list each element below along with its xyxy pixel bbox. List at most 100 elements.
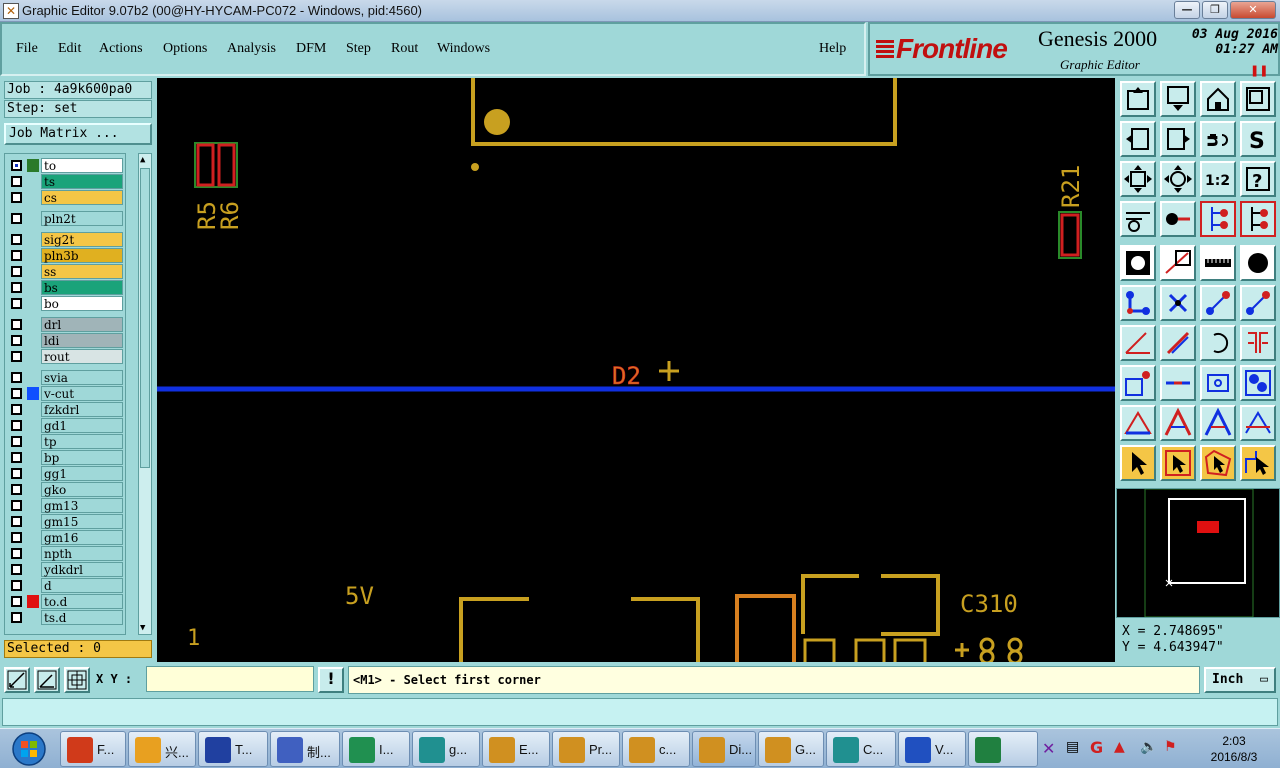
- net-tool-alt-button[interactable]: [1240, 201, 1276, 237]
- layer-row-ts[interactable]: ts: [5, 174, 125, 189]
- layer-name[interactable]: ss: [41, 264, 123, 279]
- zoom-ratio-button[interactable]: 1:2: [1200, 161, 1236, 197]
- zoom-back-button[interactable]: ᴝ: [1200, 121, 1236, 157]
- layer-row-gm15[interactable]: gm15: [5, 514, 125, 529]
- taskbar-button-12[interactable]: C...: [826, 731, 896, 767]
- tray-arrow-icon[interactable]: ▲: [1114, 739, 1125, 755]
- taskbar-button-6[interactable]: g...: [412, 731, 480, 767]
- menu-analysis[interactable]: Analysis: [227, 41, 276, 57]
- outline-tool-button[interactable]: [1160, 405, 1196, 441]
- layer-row-to-d[interactable]: to.d: [5, 594, 125, 609]
- layer-checkbox[interactable]: [11, 388, 22, 399]
- select-box-tool-button[interactable]: [1160, 445, 1196, 481]
- slant-tool-button[interactable]: [1160, 325, 1196, 361]
- close-button[interactable]: ✕: [1230, 1, 1276, 19]
- layer-name[interactable]: gm13: [41, 498, 123, 513]
- layer-color-swatch[interactable]: [27, 159, 39, 172]
- start-button[interactable]: [2, 730, 56, 768]
- layer-color-swatch[interactable]: [27, 483, 39, 496]
- layer-name[interactable]: bp: [41, 450, 123, 465]
- layer-name[interactable]: cs: [41, 190, 123, 205]
- volume-icon[interactable]: 🔈: [1140, 739, 1157, 755]
- menu-help[interactable]: Help: [819, 41, 846, 57]
- xy-input[interactable]: [146, 666, 314, 692]
- taskbar-button-14[interactable]: [968, 731, 1038, 767]
- layer-checkbox[interactable]: [11, 250, 22, 261]
- layer-checkbox[interactable]: [11, 298, 22, 309]
- tray-x-icon[interactable]: ✕: [1042, 739, 1055, 758]
- home-view-button[interactable]: [1200, 81, 1236, 117]
- job-matrix-button[interactable]: Job Matrix ...: [4, 123, 152, 145]
- layer-color-swatch[interactable]: [27, 249, 39, 262]
- layer-name[interactable]: sig2t: [41, 232, 123, 247]
- graphic-canvas[interactable]: R5 R6 R21 D2 5V C310 1: [157, 78, 1115, 662]
- layer-color-swatch[interactable]: [27, 435, 39, 448]
- snap-tool-button[interactable]: [1160, 201, 1196, 237]
- taskbar-button-11[interactable]: G...: [758, 731, 824, 767]
- layer-row-tp[interactable]: tp: [5, 434, 125, 449]
- layer-checkbox[interactable]: [11, 160, 22, 171]
- layer-color-swatch[interactable]: [27, 611, 39, 624]
- layer-checkbox[interactable]: [11, 548, 22, 559]
- layer-row-bo[interactable]: bo: [5, 296, 125, 311]
- pcb-drawing[interactable]: R5 R6 R21 D2 5V C310 1: [157, 78, 1115, 662]
- cut-tool-button[interactable]: [1160, 365, 1196, 401]
- menu-actions[interactable]: Actions: [99, 41, 143, 57]
- layer-color-swatch[interactable]: [27, 233, 39, 246]
- angle-mode-button[interactable]: [34, 667, 60, 693]
- angle-tool-button[interactable]: [1120, 325, 1156, 361]
- taskbar-button-2[interactable]: 兴...: [128, 731, 196, 767]
- layer-row-pln3b[interactable]: pln3b: [5, 248, 125, 263]
- layer-checkbox[interactable]: [11, 596, 22, 607]
- layer-color-swatch[interactable]: [27, 191, 39, 204]
- layer-row-gko[interactable]: gko: [5, 482, 125, 497]
- layer-color-swatch[interactable]: [27, 281, 39, 294]
- layer-row-pln2t[interactable]: pln2t: [5, 211, 125, 226]
- minimize-button[interactable]: —: [1174, 1, 1200, 19]
- component-outline-top[interactable]: [471, 78, 897, 146]
- layer-name[interactable]: drl: [41, 317, 123, 332]
- layer-color-swatch[interactable]: [27, 350, 39, 363]
- resize-tool-button[interactable]: [1200, 365, 1236, 401]
- zoom-center-button[interactable]: [1160, 161, 1196, 197]
- array-tool-button[interactable]: [1120, 365, 1156, 401]
- outline-bottom-left[interactable]: [459, 597, 529, 662]
- system-clock[interactable]: 2:03 2016/8/3: [1192, 733, 1276, 765]
- layer-checkbox[interactable]: [11, 404, 22, 415]
- ruler-tool-button[interactable]: [1200, 245, 1236, 281]
- snap-mode-button[interactable]: [4, 667, 30, 693]
- layer-color-swatch[interactable]: [27, 265, 39, 278]
- layer-checkbox[interactable]: [11, 282, 22, 293]
- layer-name[interactable]: tp: [41, 434, 123, 449]
- layer-color-swatch[interactable]: [27, 563, 39, 576]
- layer-name[interactable]: bs: [41, 280, 123, 295]
- zoom-fit-button[interactable]: [1120, 161, 1156, 197]
- layer-row-drl[interactable]: drl: [5, 317, 125, 332]
- select-poly-tool-button[interactable]: [1200, 445, 1236, 481]
- menu-file[interactable]: File: [16, 41, 38, 57]
- layer-row-ydkdrl[interactable]: ydkdrl: [5, 562, 125, 577]
- taskbar-button-10[interactable]: Di...: [692, 731, 756, 767]
- layer-row-cs[interactable]: cs: [5, 190, 125, 205]
- zoom-down-button[interactable]: [1160, 81, 1196, 117]
- layer-color-swatch[interactable]: [27, 334, 39, 347]
- outline-bottom-mid[interactable]: [631, 597, 700, 662]
- overview-map[interactable]: [1116, 488, 1280, 618]
- layer-checkbox[interactable]: [11, 372, 22, 383]
- unit-selector[interactable]: Inch ▭: [1204, 667, 1276, 693]
- layer-color-swatch[interactable]: [27, 451, 39, 464]
- taskbar-button-7[interactable]: E...: [482, 731, 550, 767]
- circle-tool-button[interactable]: [1240, 245, 1276, 281]
- scroll-thumb[interactable]: [140, 168, 150, 468]
- layer-name[interactable]: ydkdrl: [41, 562, 123, 577]
- layer-name[interactable]: svia: [41, 370, 123, 385]
- taskbar-button-3[interactable]: T...: [198, 731, 268, 767]
- layer-color-swatch[interactable]: [27, 547, 39, 560]
- connect-tool-button[interactable]: [1120, 285, 1156, 321]
- layer-checkbox[interactable]: [11, 192, 22, 203]
- layer-color-swatch[interactable]: [27, 515, 39, 528]
- layer-name[interactable]: bo: [41, 296, 123, 311]
- layer-checkbox[interactable]: [11, 335, 22, 346]
- line-tool-button[interactable]: [1160, 245, 1196, 281]
- layer-row-to[interactable]: to: [5, 158, 125, 173]
